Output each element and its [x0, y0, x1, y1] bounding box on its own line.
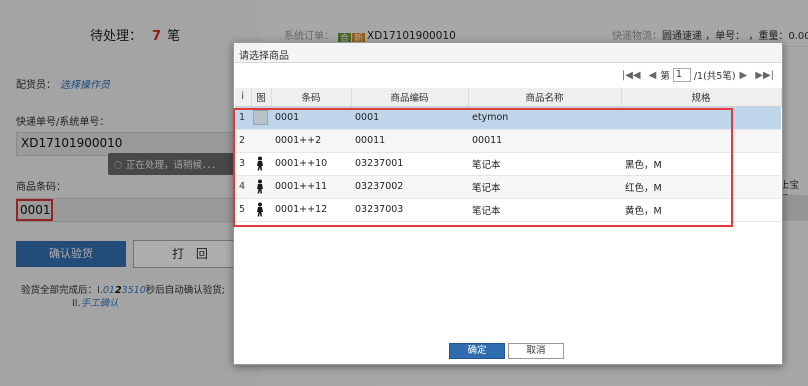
row-code: 03237003 — [351, 198, 468, 222]
page-number-input[interactable]: 1 — [672, 68, 691, 82]
page-prefix: 第 — [660, 71, 670, 82]
person-thumbnail-icon — [257, 179, 263, 194]
person-thumbnail-icon — [257, 202, 263, 217]
confirm-button[interactable]: 确定 — [449, 343, 505, 359]
row-index: 2 — [235, 129, 251, 153]
pager: |◀◀ ◀ 第 1 /1(共5笔) ▶ ▶▶| — [618, 67, 778, 83]
grid-header: i 图 条码 商品编码 商品名称 规格 — [235, 88, 782, 107]
row-image — [251, 198, 271, 222]
row-name: etymon — [468, 106, 621, 130]
row-name: 笔记本 — [468, 175, 621, 199]
col-index[interactable]: i — [235, 88, 252, 107]
row-barcode: 0001++10 — [271, 152, 351, 176]
row-name: 笔记本 — [468, 198, 621, 222]
row-index: 3 — [235, 152, 251, 176]
row-image — [251, 129, 271, 153]
row-barcode: 0001++11 — [271, 175, 351, 199]
row-image — [251, 106, 271, 130]
product-grid: i 图 条码 商品编码 商品名称 规格 1 0001 0001 etymon 2… — [235, 88, 782, 222]
prev-page-icon[interactable]: ◀ — [649, 70, 657, 81]
person-thumbnail-icon — [257, 156, 263, 171]
row-index: 4 — [235, 175, 251, 199]
row-code: 0001 — [351, 106, 468, 130]
row-spec: 黑色，M — [621, 152, 781, 176]
col-spec[interactable]: 规格 — [621, 88, 782, 107]
dialog-title: 请选择商品 — [234, 43, 782, 63]
row-index: 1 — [235, 106, 251, 130]
product-thumbnail-icon — [253, 110, 268, 125]
row-barcode: 0001++12 — [271, 198, 351, 222]
table-row[interactable]: 3 0001++10 03237001 笔记本 黑色，M — [235, 152, 781, 176]
row-barcode: 0001++2 — [271, 129, 351, 153]
row-code: 03237001 — [351, 152, 468, 176]
next-page-icon[interactable]: ▶ — [740, 70, 748, 81]
page-suffix: /1(共5笔) — [693, 71, 736, 82]
table-row[interactable]: 4 0001++11 03237002 笔记本 红色，M — [235, 175, 781, 199]
row-spec: 黄色，M — [621, 198, 781, 222]
select-product-dialog: 请选择商品 |◀◀ ◀ 第 1 /1(共5笔) ▶ ▶▶| i 图 条码 商品编… — [233, 42, 783, 365]
table-row[interactable]: 5 0001++12 03237003 笔记本 黄色，M — [235, 198, 781, 222]
row-image — [251, 175, 271, 199]
row-index: 5 — [235, 198, 251, 222]
table-row[interactable]: 1 0001 0001 etymon — [235, 106, 781, 130]
col-barcode[interactable]: 条码 — [271, 88, 352, 107]
last-page-icon[interactable]: ▶▶| — [755, 70, 774, 81]
row-code: 00011 — [351, 129, 468, 153]
col-image[interactable]: 图 — [251, 88, 272, 107]
row-image — [251, 152, 271, 176]
row-spec: 红色，M — [621, 175, 781, 199]
row-code: 03237002 — [351, 175, 468, 199]
row-spec — [621, 129, 781, 153]
cancel-button[interactable]: 取消 — [508, 343, 564, 359]
col-product-code[interactable]: 商品编码 — [351, 88, 469, 107]
row-spec — [621, 106, 781, 130]
row-name: 00011 — [468, 129, 621, 153]
row-barcode: 0001 — [271, 106, 351, 130]
first-page-icon[interactable]: |◀◀ — [622, 70, 641, 81]
col-product-name[interactable]: 商品名称 — [468, 88, 622, 107]
row-name: 笔记本 — [468, 152, 621, 176]
table-row[interactable]: 2 0001++2 00011 00011 — [235, 129, 781, 153]
